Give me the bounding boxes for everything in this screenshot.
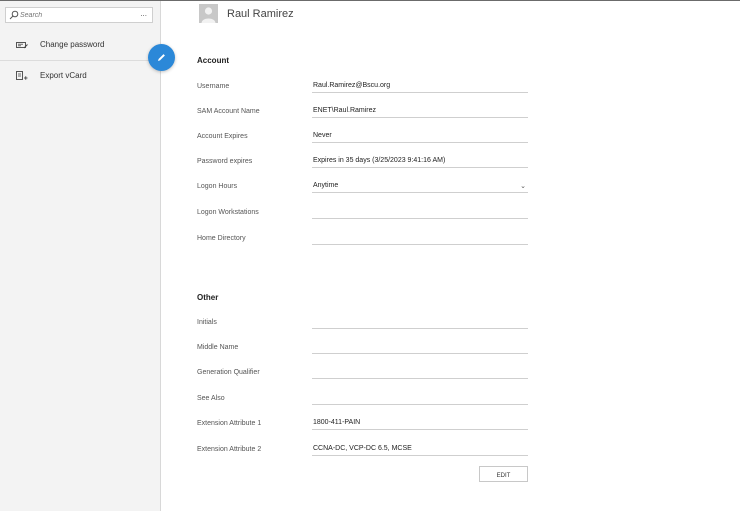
field-label-username: Username xyxy=(197,83,230,90)
logon-hours-select[interactable]: Anytime ⌄ xyxy=(312,180,528,193)
field-value: Anytime xyxy=(313,182,339,189)
extension-attribute-1-field[interactable]: 1800-411-PAIN xyxy=(312,417,528,430)
user-avatar-icon xyxy=(199,4,218,23)
field-label-generation-qualifier: Generation Qualifier xyxy=(197,369,260,376)
section-title-account: Account xyxy=(197,56,229,65)
password-expires-field[interactable]: Expires in 35 days (3/25/2023 9:41:16 AM… xyxy=(312,155,528,168)
search-icon xyxy=(9,10,19,20)
field-label-initials: Initials xyxy=(197,319,217,326)
edit-button[interactable]: EDIT xyxy=(479,466,528,482)
field-label-account-expires: Account Expires xyxy=(197,133,248,140)
field-label-extension-attribute-1: Extension Attribute 1 xyxy=(197,420,262,427)
field-label-extension-attribute-2: Extension Attribute 2 xyxy=(197,446,262,453)
sidebar-item-label: Export vCard xyxy=(40,71,87,80)
field-value: ENET\Raul.Ramirez xyxy=(313,107,377,114)
field-value: 1800-411-PAIN xyxy=(313,419,361,426)
search-box[interactable]: ... xyxy=(5,7,153,23)
sidebar: ... Change password Export vCard xyxy=(0,1,161,511)
middle-name-field[interactable] xyxy=(312,341,528,354)
field-label-sam-account: SAM Account Name xyxy=(197,108,260,115)
pencil-icon xyxy=(158,54,165,61)
sidebar-item-change-password[interactable]: Change password xyxy=(0,30,160,60)
chevron-down-icon: ⌄ xyxy=(520,183,526,190)
account-expires-field[interactable]: Never xyxy=(312,130,528,143)
page-title: Raul Ramirez xyxy=(227,8,294,20)
search-input[interactable] xyxy=(20,9,138,21)
export-card-icon xyxy=(16,71,28,80)
sidebar-item-export-vcard[interactable]: Export vCard xyxy=(0,61,160,91)
field-label-logon-workstations: Logon Workstations xyxy=(197,209,259,216)
field-value: Expires in 35 days (3/25/2023 9:41:16 AM… xyxy=(313,157,446,164)
field-value: Never xyxy=(313,132,332,139)
logon-workstations-field[interactable] xyxy=(312,206,528,219)
field-value: CCNA-DC, VCP-DC 6.5, MCSE xyxy=(313,445,412,452)
keyboard-pen-icon xyxy=(16,42,28,49)
field-label-password-expires: Password expires xyxy=(197,158,253,165)
field-label-see-also: See Also xyxy=(197,395,225,402)
field-label-middle-name: Middle Name xyxy=(197,344,239,351)
extension-attribute-2-field[interactable]: CCNA-DC, VCP-DC 6.5, MCSE xyxy=(312,443,528,456)
sidebar-item-label: Change password xyxy=(40,40,105,49)
edit-fab-button[interactable] xyxy=(148,44,175,71)
initials-field[interactable] xyxy=(312,316,528,329)
home-directory-field[interactable] xyxy=(312,232,528,245)
sam-account-field[interactable]: ENET\Raul.Ramirez xyxy=(312,105,528,118)
username-field[interactable]: Raul.Ramirez@Bscu.org xyxy=(312,80,528,93)
field-value: Raul.Ramirez@Bscu.org xyxy=(313,82,391,89)
field-label-logon-hours: Logon Hours xyxy=(197,183,238,190)
field-label-home-directory: Home Directory xyxy=(197,235,246,242)
section-title-other: Other xyxy=(197,293,219,302)
generation-qualifier-field[interactable] xyxy=(312,366,528,379)
see-also-field[interactable] xyxy=(312,392,528,405)
search-more-icon[interactable]: ... xyxy=(140,9,147,18)
